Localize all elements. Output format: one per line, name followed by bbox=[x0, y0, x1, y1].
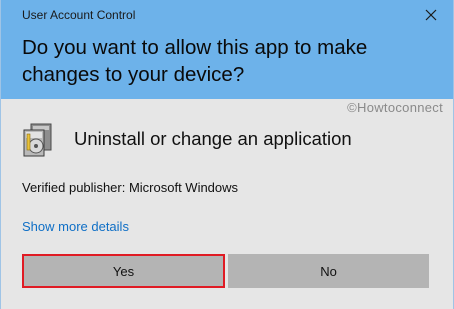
yes-button[interactable]: Yes bbox=[22, 254, 225, 288]
close-icon bbox=[425, 9, 437, 21]
verified-publisher: Verified publisher: Microsoft Windows bbox=[22, 180, 239, 195]
yes-button-label: Yes bbox=[112, 263, 135, 279]
app-name: Uninstall or change an application bbox=[74, 128, 352, 149]
application-installer-icon bbox=[22, 122, 54, 158]
no-button[interactable]: No bbox=[228, 254, 429, 288]
dialog-header: User Account Control Do you want to allo… bbox=[1, 0, 453, 99]
window-title: User Account Control bbox=[22, 8, 136, 22]
watermark: ©Howtoconnect bbox=[347, 100, 443, 115]
close-button[interactable] bbox=[423, 7, 439, 23]
prompt-question: Do you want to allow this app to make ch… bbox=[22, 36, 368, 86]
uac-dialog: User Account Control Do you want to allo… bbox=[0, 0, 454, 309]
no-button-label: No bbox=[320, 263, 337, 279]
show-more-details-link[interactable]: Show more details bbox=[22, 219, 129, 234]
